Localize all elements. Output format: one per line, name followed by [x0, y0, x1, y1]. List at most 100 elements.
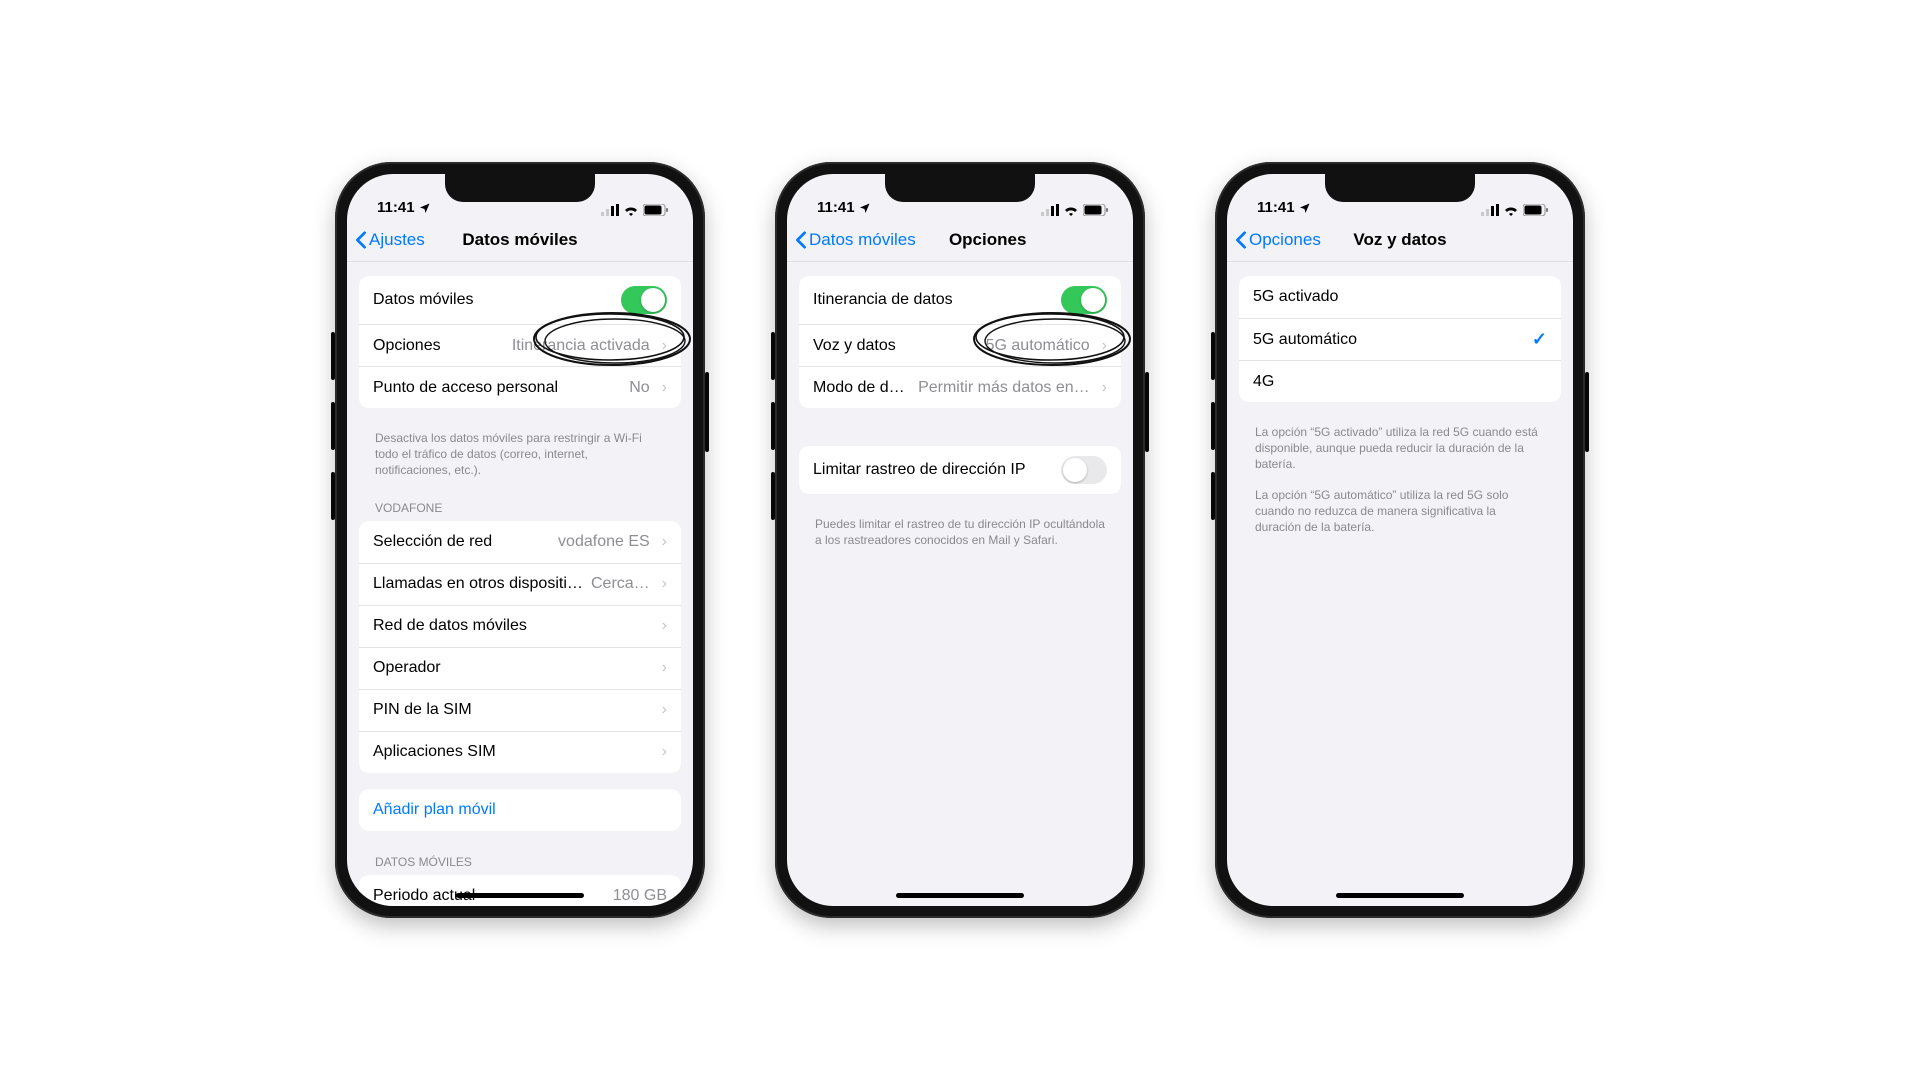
back-label: Datos móviles — [809, 230, 916, 250]
location-icon — [1299, 202, 1311, 214]
location-icon — [859, 202, 871, 214]
chevron-right-icon: › — [662, 743, 667, 761]
cellular-data-toggle-row[interactable]: Datos móviles — [359, 276, 681, 324]
calls-other-devices-row[interactable]: Llamadas en otros dispositivos Cerca… › — [359, 563, 681, 605]
limit-ip-footer: Puedes limitar el rastreo de tu direcció… — [799, 510, 1121, 562]
checkmark-icon: ✓ — [1532, 329, 1547, 350]
chevron-right-icon: › — [662, 659, 667, 677]
chevron-right-icon: › — [662, 617, 667, 635]
current-period-row[interactable]: Periodo actual 180 GB — [359, 875, 681, 906]
back-label: Ajustes — [369, 230, 425, 250]
chevron-right-icon: › — [662, 533, 667, 551]
group-options: Itinerancia de datos Voz y datos 5G auto… — [799, 276, 1121, 408]
group-add-plan: Añadir plan móvil — [359, 789, 681, 831]
sim-pin-label: PIN de la SIM — [373, 701, 650, 719]
home-indicator — [896, 893, 1024, 898]
iphone-mockup-1: 11:41 Ajustes D — [335, 162, 705, 918]
personal-hotspot-row[interactable]: Punto de acceso personal No › — [359, 366, 681, 408]
cellular-data-label: Datos móviles — [373, 291, 613, 309]
chevron-right-icon: › — [662, 575, 667, 593]
nav-bar: Datos móviles Opciones — [787, 218, 1133, 262]
status-time: 11:41 — [1257, 199, 1295, 216]
cellular-footer: Desactiva los datos móviles para restrin… — [359, 424, 681, 493]
personal-hotspot-value: No — [629, 379, 649, 397]
status-time: 11:41 — [817, 199, 855, 216]
option-4g-label: 4G — [1253, 373, 1547, 391]
battery-icon — [1523, 204, 1549, 216]
limit-ip-tracking-toggle[interactable] — [1061, 456, 1107, 484]
content: Datos móviles Opciones Itinerancia activ… — [347, 262, 693, 906]
add-cellular-plan-row[interactable]: Añadir plan móvil — [359, 789, 681, 831]
cellular-data-toggle[interactable] — [621, 286, 667, 314]
content: Itinerancia de datos Voz y datos 5G auto… — [787, 262, 1133, 906]
home-indicator — [456, 893, 584, 898]
group-usage: Periodo actual 180 GB Periodo actual (it… — [359, 875, 681, 906]
battery-icon — [643, 204, 669, 216]
voice-data-label: Voz y datos — [813, 337, 978, 355]
page-title: Voz y datos — [1353, 230, 1446, 250]
notch — [445, 174, 595, 202]
option-5g-auto-label: 5G automático — [1253, 331, 1524, 349]
chevron-right-icon: › — [662, 379, 667, 397]
personal-hotspot-label: Punto de acceso personal — [373, 379, 621, 397]
cellular-signal-icon — [1041, 204, 1059, 216]
status-time: 11:41 — [377, 199, 415, 216]
network-selection-value: vodafone ES — [558, 533, 650, 551]
group-ip-tracking: Limitar rastreo de dirección IP — [799, 446, 1121, 494]
back-button[interactable]: Opciones — [1235, 230, 1321, 250]
option-5g-auto-row[interactable]: 5G automático ✓ — [1239, 318, 1561, 360]
chevron-right-icon: › — [662, 701, 667, 719]
cellular-network-label: Red de datos móviles — [373, 617, 650, 635]
chevron-left-icon — [795, 231, 807, 249]
sim-pin-row[interactable]: PIN de la SIM › — [359, 689, 681, 731]
data-roaming-row[interactable]: Itinerancia de datos — [799, 276, 1121, 324]
home-indicator — [1336, 893, 1464, 898]
cellular-network-row[interactable]: Red de datos móviles › — [359, 605, 681, 647]
network-selection-row[interactable]: Selección de red vodafone ES › — [359, 521, 681, 563]
carrier-header: VODAFONE — [359, 493, 681, 521]
option-5g-on-row[interactable]: 5G activado — [1239, 276, 1561, 318]
chevron-left-icon — [1235, 231, 1247, 249]
group-voice-data-options: 5G activado 5G automático ✓ 4G — [1239, 276, 1561, 402]
data-mode-row[interactable]: Modo de datos Permitir más datos en… › — [799, 366, 1121, 408]
battery-icon — [1083, 204, 1109, 216]
notch — [1325, 174, 1475, 202]
voice-data-value: 5G automático — [986, 337, 1090, 355]
group-carrier: Selección de red vodafone ES › Llamadas … — [359, 521, 681, 773]
calls-other-devices-value: Cerca… — [591, 575, 650, 593]
sim-apps-row[interactable]: Aplicaciones SIM › — [359, 731, 681, 773]
data-mode-value: Permitir más datos en… — [918, 379, 1090, 397]
network-selection-label: Selección de red — [373, 533, 550, 551]
iphone-mockup-2: 11:41 Datos móviles Opciones Itinerancia… — [775, 162, 1145, 918]
sim-apps-label: Aplicaciones SIM — [373, 743, 650, 761]
option-5g-on-label: 5G activado — [1253, 288, 1547, 306]
cellular-options-value: Itinerancia activada — [512, 337, 650, 355]
voice-data-row[interactable]: Voz y datos 5G automático › — [799, 324, 1121, 366]
data-roaming-label: Itinerancia de datos — [813, 291, 1053, 309]
voice-data-footer-2: La opción “5G automático” utiliza la red… — [1239, 487, 1561, 550]
nav-bar: Opciones Voz y datos — [1227, 218, 1573, 262]
wifi-icon — [1503, 204, 1519, 216]
cellular-options-label: Opciones — [373, 337, 504, 355]
data-mode-label: Modo de datos — [813, 379, 910, 397]
group-cellular: Datos móviles Opciones Itinerancia activ… — [359, 276, 681, 408]
add-cellular-plan-label: Añadir plan móvil — [373, 801, 667, 819]
back-button[interactable]: Datos móviles — [795, 230, 916, 250]
cellular-options-row[interactable]: Opciones Itinerancia activada › — [359, 324, 681, 366]
usage-header: DATOS MÓVILES — [359, 847, 681, 875]
voice-data-footer-1: La opción “5G activado” utiliza la red 5… — [1239, 418, 1561, 487]
operator-label: Operador — [373, 659, 650, 677]
back-button[interactable]: Ajustes — [355, 230, 425, 250]
chevron-left-icon — [355, 231, 367, 249]
notch — [885, 174, 1035, 202]
page-title: Opciones — [949, 230, 1026, 250]
chevron-right-icon: › — [1102, 337, 1107, 355]
back-label: Opciones — [1249, 230, 1321, 250]
limit-ip-tracking-row[interactable]: Limitar rastreo de dirección IP — [799, 446, 1121, 494]
data-roaming-toggle[interactable] — [1061, 286, 1107, 314]
operator-row[interactable]: Operador › — [359, 647, 681, 689]
option-4g-row[interactable]: 4G — [1239, 360, 1561, 402]
current-period-value: 180 GB — [613, 887, 667, 905]
screen: 11:41 Ajustes D — [347, 174, 693, 906]
screen: 11:41 Datos móviles Opciones Itinerancia… — [787, 174, 1133, 906]
